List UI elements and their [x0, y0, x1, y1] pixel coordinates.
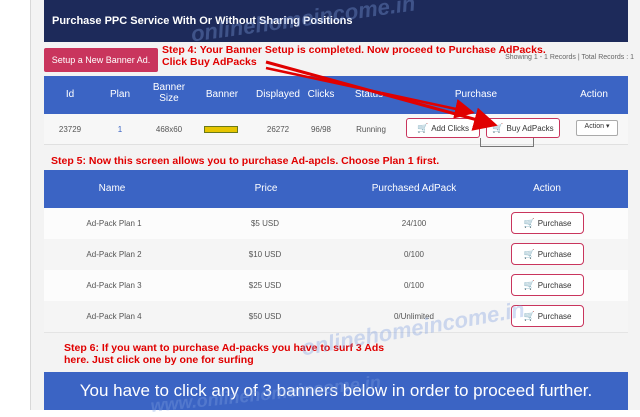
annotation-arrows [265, 60, 498, 131]
arrow-to-buy-adpacks [265, 60, 498, 131]
